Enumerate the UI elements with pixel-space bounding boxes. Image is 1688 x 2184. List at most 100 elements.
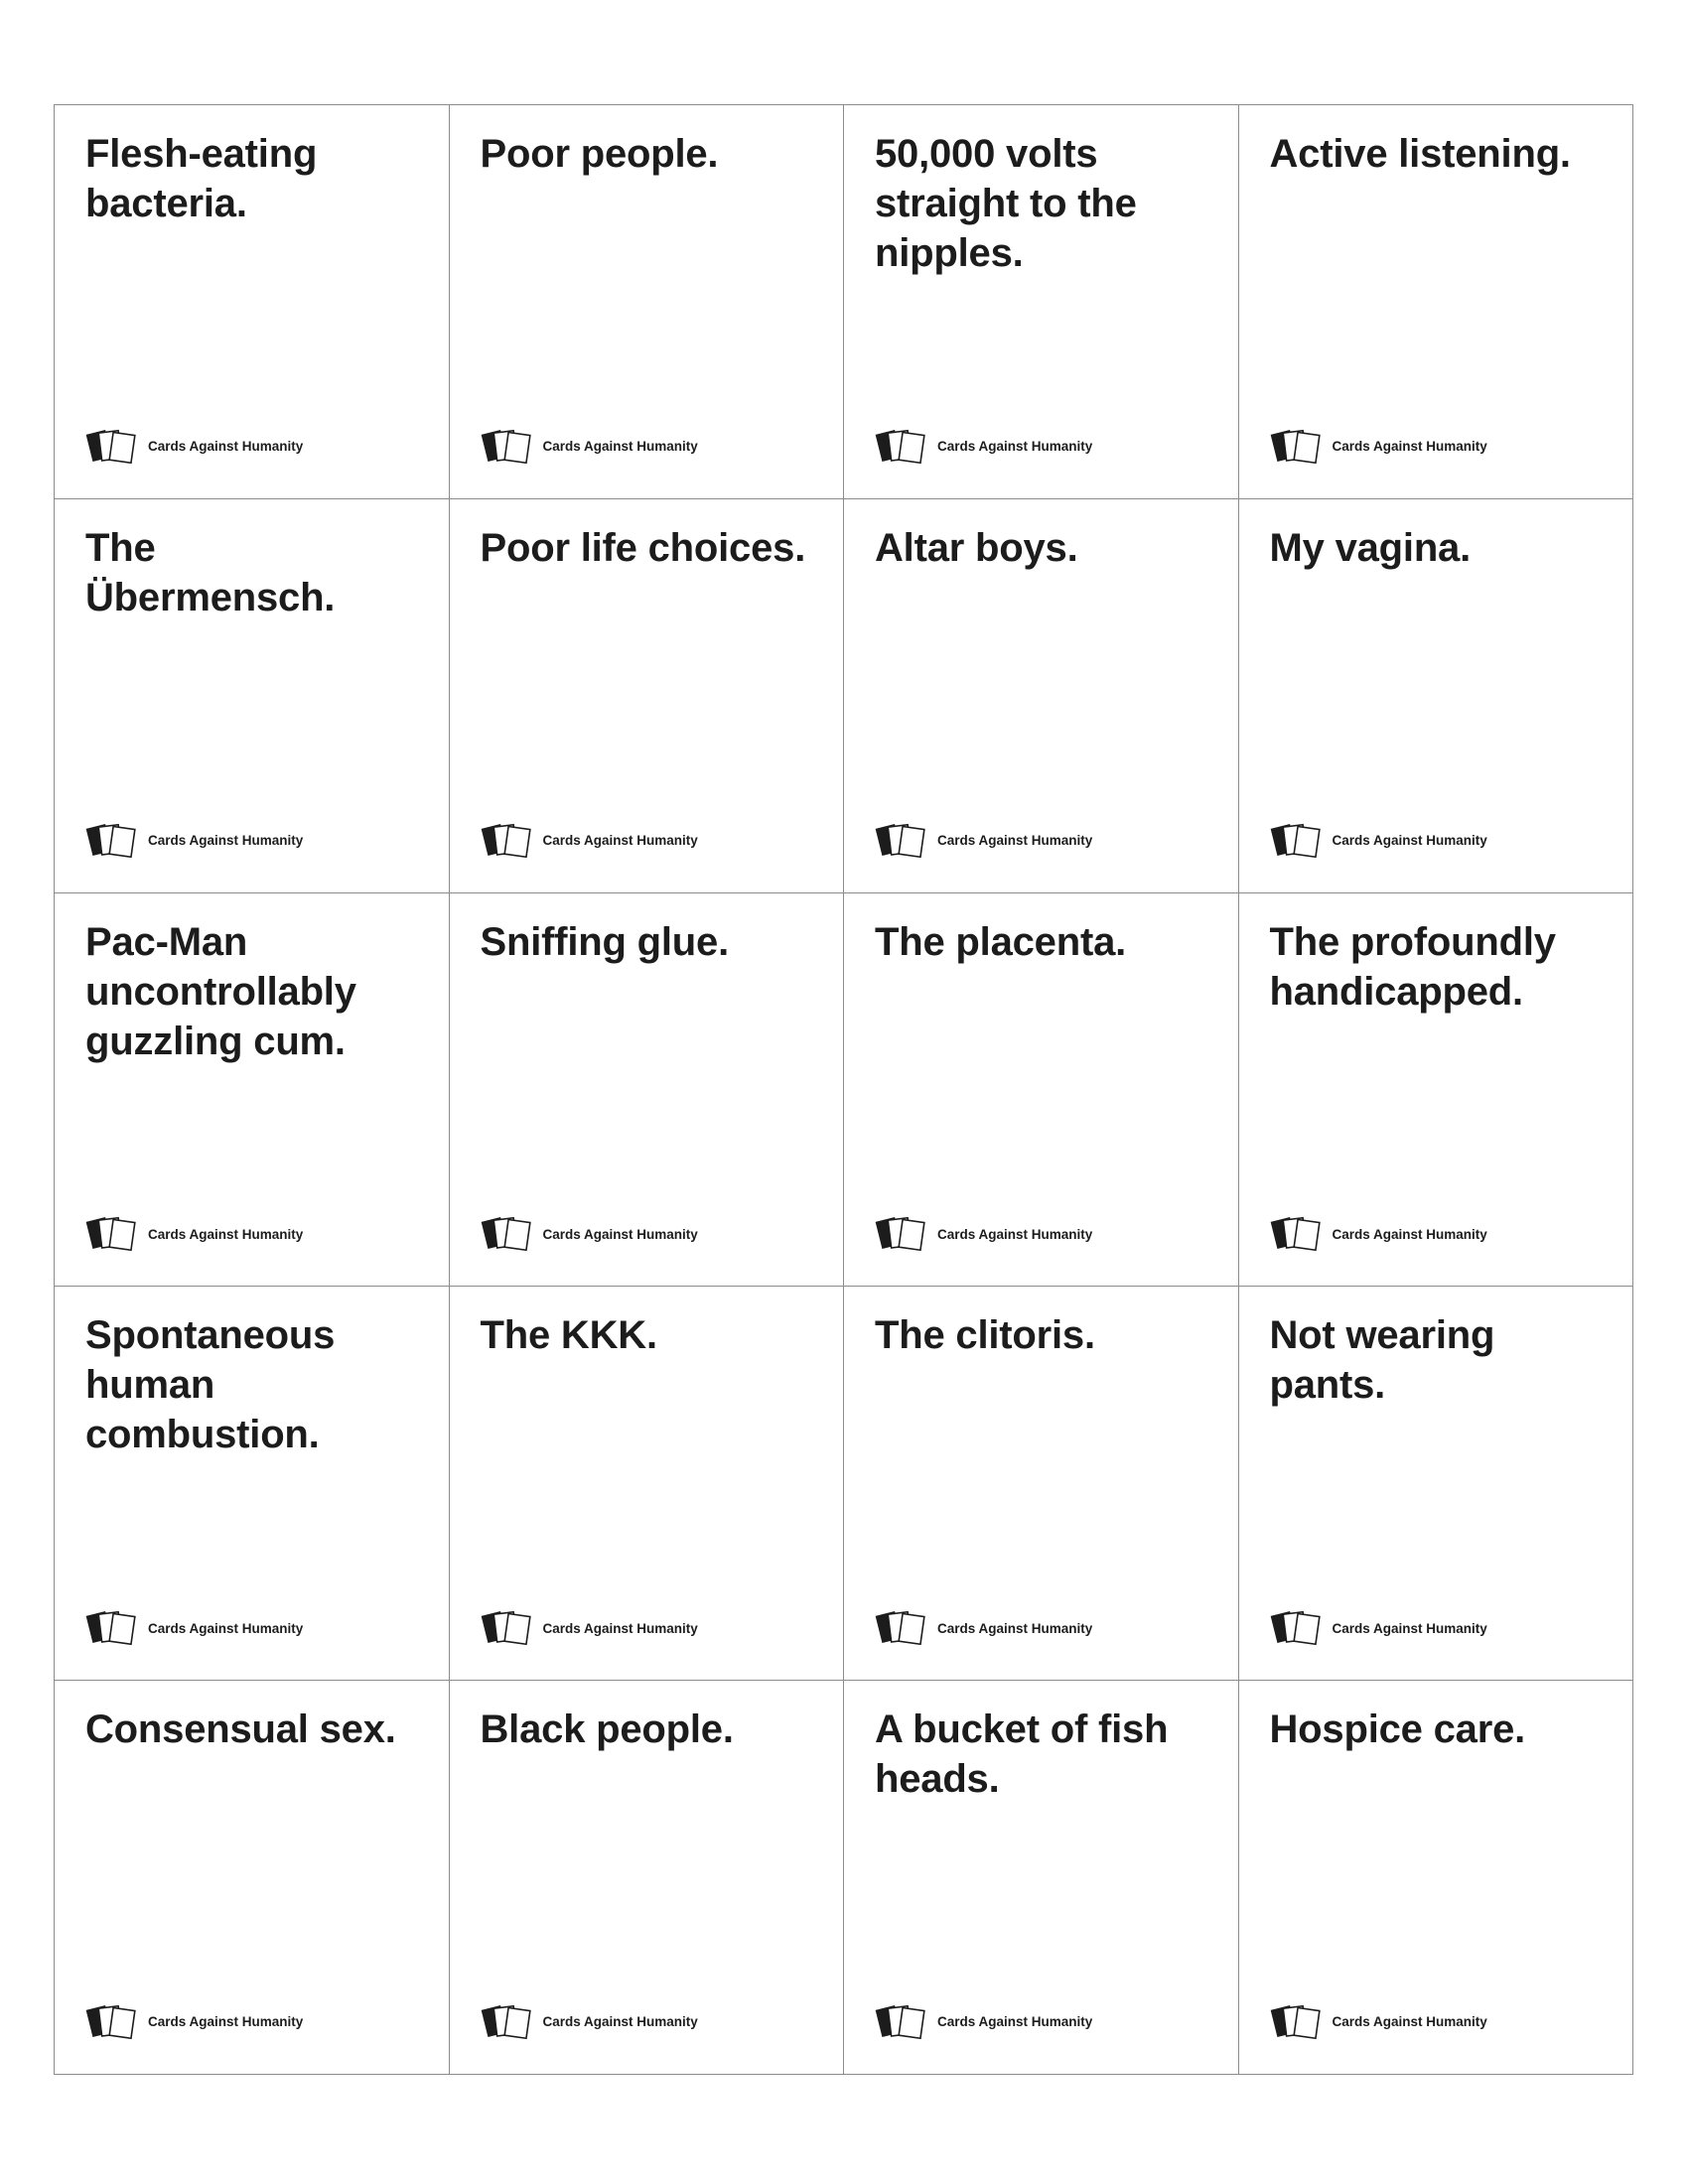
brand-label: Cards Against Humanity	[937, 439, 1093, 455]
card-text: Consensual sex.	[85, 1707, 396, 1752]
brand-label: Cards Against Humanity	[542, 833, 698, 849]
card-footer: Cards Against Humanity	[85, 1608, 303, 1648]
brand-label: Cards Against Humanity	[937, 833, 1093, 849]
answer-card: Sniffing glue. Cards Against Humanity	[449, 892, 844, 1288]
card-footer: Cards Against Humanity	[85, 427, 303, 467]
brand-label: Cards Against Humanity	[1332, 1226, 1487, 1242]
cards-stack-icon	[875, 429, 925, 464]
brand-label: Cards Against Humanity	[1332, 833, 1487, 849]
card-footer: Cards Against Humanity	[481, 1608, 698, 1648]
cards-stack-icon	[85, 823, 136, 858]
brand-label: Cards Against Humanity	[1332, 2014, 1487, 2030]
brand-label: Cards Against Humanity	[937, 2014, 1093, 2030]
card-footer: Cards Against Humanity	[481, 427, 698, 467]
card-footer: Cards Against Humanity	[481, 821, 698, 861]
answer-card: A bucket of fish heads. Cards Against Hu…	[844, 1681, 1239, 2075]
answer-card: Flesh-eating bacteria. Cards Against Hum…	[55, 105, 450, 499]
answer-card: The placenta. Cards Against Humanity	[844, 892, 1239, 1288]
answer-card: Pac-Man uncontrollably guzzling cum. Car…	[55, 892, 450, 1288]
card-text: The clitoris.	[875, 1313, 1095, 1358]
brand-label: Cards Against Humanity	[148, 2014, 304, 2030]
card-footer: Cards Against Humanity	[481, 2002, 698, 2042]
card-text: My vagina.	[1269, 525, 1472, 570]
card-footer: Cards Against Humanity	[85, 1214, 303, 1254]
answer-card: Consensual sex. Cards Against Humanity	[55, 1681, 450, 2075]
brand-label: Cards Against Humanity	[1332, 439, 1487, 455]
brand-label: Cards Against Humanity	[148, 833, 304, 849]
card-text: Poor people.	[480, 132, 719, 176]
card-footer: Cards Against Humanity	[481, 1214, 698, 1254]
cards-stack-icon	[481, 1217, 531, 1252]
card-text: Hospice care.	[1269, 1707, 1526, 1752]
brand-label: Cards Against Humanity	[542, 1620, 698, 1636]
cards-stack-icon	[85, 2004, 136, 2040]
card-footer: Cards Against Humanity	[85, 821, 303, 861]
answer-card: 50,000 volts straight to the nipples. Ca…	[844, 105, 1239, 499]
card-text: The placenta.	[875, 919, 1127, 964]
answer-card: Altar boys. Cards Against Humanity	[844, 498, 1239, 893]
brand-label: Cards Against Humanity	[542, 439, 698, 455]
answer-card: Spontaneous human combustion. Cards Agai…	[55, 1287, 450, 1682]
answer-card: The Übermensch. Cards Against Humanity	[55, 498, 450, 893]
cards-stack-icon	[875, 1217, 925, 1252]
brand-label: Cards Against Humanity	[937, 1620, 1093, 1636]
cards-stack-icon	[1270, 2004, 1321, 2040]
answer-card: Hospice care. Cards Against Humanity	[1238, 1681, 1633, 2075]
brand-label: Cards Against Humanity	[937, 1226, 1093, 1242]
cards-stack-icon	[1270, 1217, 1321, 1252]
card-footer: Cards Against Humanity	[875, 821, 1092, 861]
brand-label: Cards Against Humanity	[148, 439, 304, 455]
card-text: Altar boys.	[875, 525, 1078, 570]
card-sheet: Flesh-eating bacteria. Cards Against Hum…	[54, 104, 1633, 2075]
cards-stack-icon	[85, 1217, 136, 1252]
brand-label: Cards Against Humanity	[148, 1226, 304, 1242]
cards-stack-icon	[481, 429, 531, 464]
card-footer: Cards Against Humanity	[875, 1608, 1092, 1648]
answer-card: The clitoris. Cards Against Humanity	[844, 1287, 1239, 1682]
card-text: The KKK.	[480, 1313, 658, 1358]
brand-label: Cards Against Humanity	[542, 2014, 698, 2030]
card-footer: Cards Against Humanity	[1270, 821, 1487, 861]
brand-label: Cards Against Humanity	[148, 1620, 304, 1636]
card-text: Active listening.	[1269, 132, 1572, 176]
card-text: Sniffing glue.	[480, 919, 730, 964]
card-text: Black people.	[480, 1707, 734, 1752]
answer-card: Black people. Cards Against Humanity	[449, 1681, 844, 2075]
card-footer: Cards Against Humanity	[1270, 1608, 1487, 1648]
card-text: Poor life choices.	[480, 525, 806, 570]
answer-card: My vagina. Cards Against Humanity	[1238, 498, 1633, 893]
card-footer: Cards Against Humanity	[1270, 1214, 1487, 1254]
answer-card: The KKK. Cards Against Humanity	[449, 1287, 844, 1682]
card-footer: Cards Against Humanity	[875, 2002, 1092, 2042]
card-footer: Cards Against Humanity	[875, 427, 1092, 467]
card-text: The profoundly handicapped.	[1269, 919, 1556, 1014]
answer-card: The profoundly handicapped. Cards Agains…	[1238, 892, 1633, 1288]
card-text: Flesh-eating bacteria.	[85, 132, 318, 225]
cards-stack-icon	[1270, 1611, 1321, 1646]
cards-stack-icon	[481, 2004, 531, 2040]
answer-card: Active listening. Cards Against Humanity	[1238, 105, 1633, 499]
card-text: 50,000 volts straight to the nipples.	[875, 132, 1137, 275]
answer-card: Poor life choices. Cards Against Humanit…	[449, 498, 844, 893]
card-footer: Cards Against Humanity	[85, 2002, 303, 2042]
answer-card: Not wearing pants. Cards Against Humanit…	[1238, 1287, 1633, 1682]
cards-stack-icon	[85, 1611, 136, 1646]
cards-stack-icon	[481, 823, 531, 858]
card-text: Pac-Man uncontrollably guzzling cum.	[85, 919, 356, 1063]
cards-stack-icon	[85, 429, 136, 464]
cards-stack-icon	[875, 1611, 925, 1646]
brand-label: Cards Against Humanity	[542, 1226, 698, 1242]
brand-label: Cards Against Humanity	[1332, 1620, 1487, 1636]
cards-stack-icon	[1270, 429, 1321, 464]
cards-stack-icon	[875, 823, 925, 858]
cards-stack-icon	[875, 2004, 925, 2040]
card-footer: Cards Against Humanity	[1270, 427, 1487, 467]
card-text: Not wearing pants.	[1269, 1313, 1495, 1408]
cards-stack-icon	[481, 1611, 531, 1646]
card-footer: Cards Against Humanity	[875, 1214, 1092, 1254]
cards-stack-icon	[1270, 823, 1321, 858]
card-text: The Übermensch.	[85, 525, 336, 619]
card-text: Spontaneous human combustion.	[85, 1313, 336, 1457]
card-footer: Cards Against Humanity	[1270, 2002, 1487, 2042]
card-text: A bucket of fish heads.	[875, 1707, 1169, 1802]
